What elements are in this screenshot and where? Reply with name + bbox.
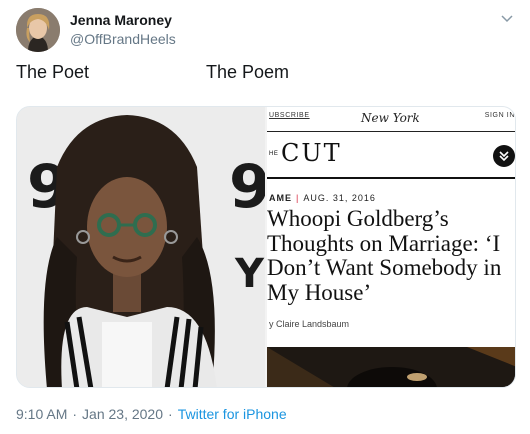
article-date: AUG. 31, 2016 [303,193,376,203]
svg-text:9: 9 [229,152,265,222]
headline-line: Don’t Want Somebody in [267,255,502,280]
tweet-media[interactable]: 9 9 Y UBSCRIBE [16,106,516,388]
article-category[interactable]: AME [269,193,292,203]
tweet-text: The Poet The Poem [16,62,516,84]
tweet-source-link[interactable]: Twitter for iPhone [178,406,287,422]
magazine-nav: UBSCRIBE New York SIGN IN [267,107,515,129]
tweet-time[interactable]: 9:10 AM [16,406,67,422]
section-header: HE CUT [267,133,515,173]
separator-dot: · [72,406,78,422]
headline-line: Whoopi Goldberg’s [267,206,449,231]
divider [267,131,515,132]
article-screenshot[interactable]: UBSCRIBE New York SIGN IN HE CUT AME | AUG… [267,107,515,387]
meta-separator: | [296,193,300,203]
article-photo [267,347,515,387]
article-headline: Whoopi Goldberg’s Thoughts on Marriage: … [267,206,515,305]
tweet-text-left: The Poet [16,62,90,82]
headline-line: My House’ [267,279,372,305]
chevron-down-icon[interactable] [500,12,514,26]
tweet-header: Jenna Maroney @OffBrandHeels [16,8,516,52]
tweet-footer: 9:10 AM · Jan 23, 2020 · Twitter for iPhone [16,406,287,424]
sign-in-link[interactable]: SIGN IN [485,112,515,119]
article-byline: y Claire Landsbaum [269,319,350,329]
avatar[interactable] [16,8,60,52]
svg-text:Y: Y [234,251,265,297]
subscribe-link[interactable]: UBSCRIBE [269,112,310,119]
section-title[interactable]: CUT [281,139,342,167]
author-name[interactable]: Jenna Maroney [70,12,172,28]
author-handle[interactable]: @OffBrandHeels [70,31,176,47]
photo-whoopi[interactable]: 9 9 Y [17,107,265,387]
double-chevron-down-icon[interactable] [493,145,515,167]
tweet-date[interactable]: Jan 23, 2020 [82,406,163,422]
article-meta: AME | AUG. 31, 2016 [269,193,376,203]
separator-dot: · [168,406,173,422]
divider [267,177,515,179]
magazine-logo[interactable]: New York [361,111,420,125]
headline-line: Thoughts on Marriage: ‘I [267,230,501,256]
section-prefix: HE [269,151,279,157]
tweet-text-right: The Poem [206,62,290,82]
